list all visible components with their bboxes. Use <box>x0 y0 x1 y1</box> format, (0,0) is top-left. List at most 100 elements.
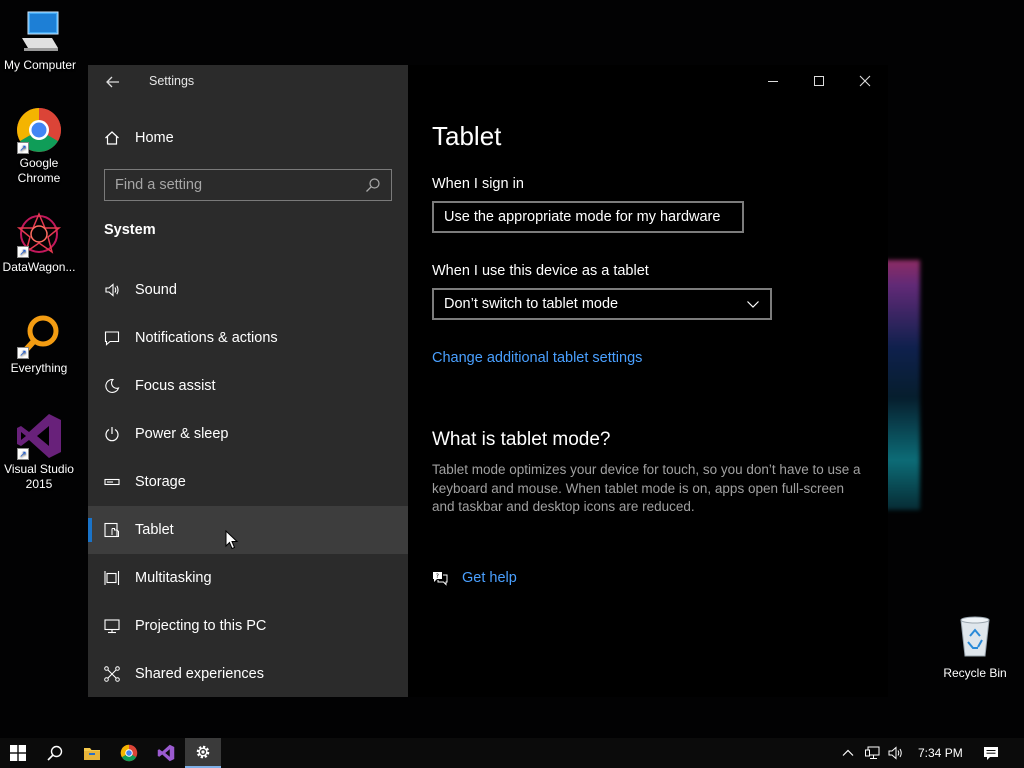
mouse-cursor-icon <box>225 530 239 550</box>
window-title: Settings <box>149 74 195 88</box>
settings-sidebar: Settings Home Find a setting System Soun… <box>88 65 408 697</box>
windows-logo-icon <box>10 745 26 761</box>
everything-search-icon: ↗ <box>15 311 63 359</box>
sidebar-item-notifications[interactable]: Notifications & actions <box>88 314 408 362</box>
taskbar-chrome[interactable] <box>111 738 147 768</box>
desktop-icon-label: Everything <box>10 361 68 375</box>
home-nav-item[interactable]: Home <box>104 125 174 151</box>
volume-tray-button[interactable] <box>888 738 904 768</box>
sidebar-item-tablet[interactable]: Tablet <box>88 506 408 554</box>
sidebar-item-projecting[interactable]: Projecting to this PC <box>88 602 408 650</box>
close-icon <box>859 75 871 87</box>
desktop-icon-visual-studio[interactable]: ↗ Visual Studio 2015 <box>0 412 79 492</box>
shared-icon <box>104 666 120 682</box>
sidebar-item-power-sleep[interactable]: Power & sleep <box>88 410 408 458</box>
search-placeholder: Find a setting <box>115 177 203 193</box>
moon-icon <box>104 378 120 394</box>
computer-icon <box>16 8 64 56</box>
svg-text:?: ? <box>436 573 439 580</box>
visual-studio-icon <box>157 744 175 762</box>
section-title: System <box>104 222 156 238</box>
back-button[interactable] <box>102 71 124 93</box>
chevron-up-icon <box>842 749 854 756</box>
back-arrow-icon <box>106 76 119 88</box>
additional-tablet-settings-link[interactable]: Change additional tablet settings <box>432 350 642 366</box>
recycle-bin-label: Recycle Bin <box>943 666 1007 680</box>
storage-icon <box>104 474 120 490</box>
sidebar-item-label: Projecting to this PC <box>135 618 267 634</box>
home-label: Home <box>135 130 174 146</box>
network-tray-button[interactable] <box>865 738 881 768</box>
sign-in-mode-select[interactable]: Use the appropriate mode for my hardware <box>432 201 744 233</box>
settings-window: Settings Home Find a setting System Soun… <box>88 65 888 697</box>
recycle-bin-icon <box>951 612 999 660</box>
taskbar-file-explorer[interactable] <box>74 738 110 768</box>
sidebar-item-storage[interactable]: Storage <box>88 458 408 506</box>
desktop-icon-my-computer[interactable]: My Computer <box>0 8 80 73</box>
minimize-icon <box>768 81 778 82</box>
search-icon <box>365 177 381 193</box>
sidebar-item-label: Power & sleep <box>135 426 229 442</box>
desktop-icon-label: My Computer <box>3 58 77 72</box>
network-icon <box>865 746 880 759</box>
tablet-mode-select[interactable]: Don’t switch to tablet mode <box>432 288 772 320</box>
action-center-icon <box>984 746 998 760</box>
sidebar-item-label: Tablet <box>135 522 174 538</box>
projecting-icon <box>104 618 120 634</box>
close-button[interactable] <box>842 65 888 97</box>
sidebar-item-label: Shared experiences <box>135 666 264 682</box>
search-icon <box>47 745 63 761</box>
tablet-use-label: When I use this device as a tablet <box>432 263 649 279</box>
sign-in-mode-value: Use the appropriate mode for my hardware <box>444 209 721 225</box>
shortcut-arrow-icon: ↗ <box>17 142 29 154</box>
maximize-icon <box>814 76 824 86</box>
taskbar: 7:34 PM <box>0 738 1024 768</box>
shortcut-arrow-icon: ↗ <box>17 347 29 359</box>
desktop-icon-label: DataWagon... <box>2 260 76 274</box>
sidebar-item-focus-assist[interactable]: Focus assist <box>88 362 408 410</box>
volume-icon <box>888 746 902 760</box>
sidebar-item-label: Multitasking <box>135 570 212 586</box>
notification-icon <box>104 330 120 346</box>
desktop-icon-google-chrome[interactable]: ↗ Google Chrome <box>0 106 79 186</box>
desktop-icon-datawagon[interactable]: ↗ DataWagon... <box>0 210 79 275</box>
tablet-icon <box>104 522 120 538</box>
desktop-icon-label: Visual Studio 2015 <box>4 462 74 491</box>
gear-icon <box>196 745 210 759</box>
maximize-button[interactable] <box>796 65 842 97</box>
shortcut-arrow-icon: ↗ <box>17 448 29 460</box>
clock[interactable]: 7:34 PM <box>918 738 963 768</box>
desktop-icon-everything[interactable]: ↗ Everything <box>0 311 79 376</box>
what-is-tablet-mode-text: Tablet mode optimizes your device for to… <box>432 462 861 514</box>
speaker-icon <box>104 282 120 298</box>
shortcut-arrow-icon: ↗ <box>17 246 29 258</box>
settings-content: Tablet When I sign in Use the appropriat… <box>408 65 888 697</box>
power-icon <box>104 426 120 442</box>
chevron-down-icon <box>747 301 759 308</box>
datawagon-icon: ↗ <box>15 210 63 258</box>
sidebar-item-multitasking[interactable]: Multitasking <box>88 554 408 602</box>
visual-studio-icon: ↗ <box>15 412 63 460</box>
action-center-button[interactable] <box>983 738 999 768</box>
minimize-button[interactable] <box>750 65 796 97</box>
desktop-icon-recycle-bin[interactable]: Recycle Bin <box>935 612 1015 680</box>
start-button[interactable] <box>0 738 36 768</box>
sidebar-item-label: Sound <box>135 282 177 298</box>
search-input[interactable]: Find a setting <box>104 169 392 201</box>
sidebar-item-shared-experiences[interactable]: Shared experiences <box>88 650 408 698</box>
sidebar-item-label: Storage <box>135 474 186 490</box>
taskbar-visual-studio[interactable] <box>148 738 184 768</box>
help-chat-icon: ? <box>432 570 448 586</box>
sidebar-item-sound[interactable]: Sound <box>88 266 408 314</box>
taskbar-settings[interactable] <box>185 738 221 768</box>
folder-icon <box>84 748 100 760</box>
tablet-mode-value: Don’t switch to tablet mode <box>444 296 619 312</box>
page-title: Tablet <box>432 121 502 151</box>
get-help-label: Get help <box>462 570 517 586</box>
get-help-link[interactable]: ? Get help <box>432 570 517 586</box>
multitasking-icon <box>104 570 120 586</box>
desktop-icon-label: Google Chrome <box>17 156 61 185</box>
what-is-tablet-mode-heading: What is tablet mode? <box>432 429 611 450</box>
taskbar-search-button[interactable] <box>37 738 73 768</box>
show-hidden-icons-button[interactable] <box>842 738 854 768</box>
